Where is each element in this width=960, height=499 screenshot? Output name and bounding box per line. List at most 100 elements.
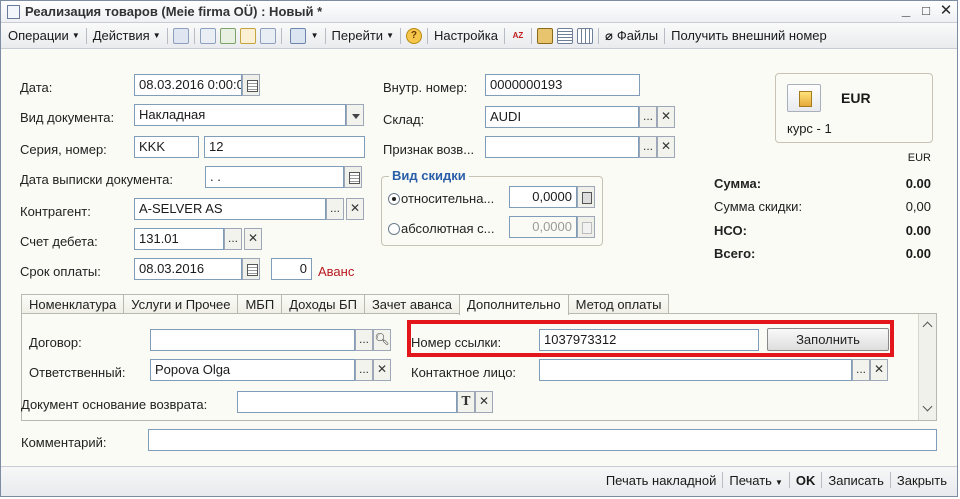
counterparty-select-button[interactable]: ...	[326, 198, 344, 220]
contact-clear-icon[interactable]: ✕	[870, 359, 888, 381]
responsible-clear-icon[interactable]: ✕	[373, 359, 391, 381]
counterparty-clear-icon[interactable]: ✕	[346, 198, 364, 220]
actions-menu[interactable]: Действия ▼	[90, 28, 164, 43]
due-days-field[interactable]: 0	[271, 258, 312, 280]
actions-label: Действия	[92, 28, 150, 43]
issue-date-field[interactable]: . .	[205, 166, 344, 188]
help-icon[interactable]: ?	[405, 27, 422, 44]
close-window-button[interactable]: ✕	[937, 2, 955, 20]
dropdown-arrow-icon: ▼	[71, 31, 80, 40]
ok-button[interactable]: OK	[796, 473, 816, 488]
type-select-icon[interactable]: T	[457, 391, 475, 413]
vat-value: 0.00	[905, 223, 931, 238]
tab-additional[interactable]: Дополнительно	[459, 294, 569, 315]
print-menu[interactable]: Печать ▼	[729, 473, 783, 488]
maximize-button[interactable]: □	[917, 2, 935, 20]
add-row-icon[interactable]	[172, 27, 189, 44]
sum-value: 0.00	[905, 176, 931, 191]
tab-payment-method[interactable]: Метод оплаты	[567, 294, 670, 314]
comment-field[interactable]	[148, 429, 937, 451]
issue-date-calendar-icon[interactable]	[344, 166, 362, 188]
contract-search-icon[interactable]: 🔍︎	[373, 329, 391, 351]
debit-account-field[interactable]: 131.01	[134, 228, 224, 250]
tab-income[interactable]: Доходы БП	[281, 294, 365, 314]
return-basis-label: Документ основание возврата:	[21, 397, 208, 412]
print-label: Печать	[729, 472, 772, 488]
return-sign-select-button[interactable]: ...	[639, 136, 657, 158]
highlight-box	[407, 320, 894, 357]
responsible-field[interactable]: Popova Olga	[150, 359, 355, 381]
get-external-number-button[interactable]: Получить внешний номер	[668, 28, 830, 43]
contract-field[interactable]	[150, 329, 355, 351]
scroll-up-icon[interactable]	[923, 320, 933, 330]
post-document-icon[interactable]	[239, 27, 256, 44]
tab-mbp[interactable]: МБП	[237, 294, 283, 314]
copy-icon[interactable]	[199, 27, 216, 44]
settings-button[interactable]: Настройка	[431, 28, 501, 43]
sort-az-icon[interactable]: AZ	[510, 28, 526, 44]
close-button[interactable]: Закрыть	[897, 473, 947, 488]
warehouse-clear-icon[interactable]: ✕	[657, 106, 675, 128]
return-sign-label: Признак возв...	[383, 142, 475, 157]
toolbar-separator	[85, 27, 87, 44]
print-invoice-button[interactable]: Печать накладной	[606, 473, 717, 488]
structure-icon	[289, 27, 306, 44]
list-view-icon[interactable]	[556, 27, 573, 44]
bottom-separator	[889, 472, 891, 488]
due-date-calendar-icon[interactable]	[242, 258, 260, 280]
absolute-discount-field[interactable]: 0,0000	[509, 216, 577, 238]
operations-menu[interactable]: Операции ▼	[5, 28, 83, 43]
tree-view-icon[interactable]	[576, 27, 593, 44]
return-basis-field[interactable]	[237, 391, 457, 413]
save-button[interactable]: Записать	[828, 473, 884, 488]
relative-discount-field[interactable]: 0,0000	[509, 186, 577, 208]
relative-calculator-icon[interactable]	[577, 186, 595, 208]
files-button[interactable]: ⌀ Файлы	[602, 28, 661, 44]
unpost-document-icon[interactable]	[259, 27, 276, 44]
tab-nomenclature[interactable]: Номенклатура	[21, 294, 125, 314]
series-field[interactable]: KKK	[134, 136, 199, 158]
debit-account-select-button[interactable]: ...	[224, 228, 242, 250]
return-sign-field[interactable]	[485, 136, 639, 158]
edit-icon[interactable]	[219, 27, 236, 44]
date-calendar-icon[interactable]	[242, 74, 260, 96]
contact-field[interactable]	[539, 359, 852, 381]
currency-icon[interactable]	[787, 84, 821, 112]
responsible-select-button[interactable]: ...	[355, 359, 373, 381]
relative-discount-label: относительна...	[401, 191, 495, 206]
bottom-actions: Печать накладной Печать ▼ OK Записать Зак…	[606, 472, 947, 488]
return-sign-clear-icon[interactable]: ✕	[657, 136, 675, 158]
doc-type-dropdown-icon[interactable]	[346, 104, 364, 126]
bottom-separator	[788, 472, 790, 488]
return-basis-clear-icon[interactable]: ✕	[475, 391, 493, 413]
counterparty-field[interactable]: A-SELVER AS	[134, 198, 326, 220]
due-date-field[interactable]: 08.03.2016	[134, 258, 242, 280]
relative-discount-radio[interactable]	[388, 193, 400, 205]
scroll-down-icon[interactable]	[923, 404, 933, 414]
contact-select-button[interactable]: ...	[852, 359, 870, 381]
warehouse-select-button[interactable]: ...	[639, 106, 657, 128]
internal-number-field[interactable]: 0000000193	[485, 74, 640, 96]
dropdown-arrow-icon: ▼	[774, 477, 783, 487]
minimize-button[interactable]: _	[897, 2, 915, 20]
date-field[interactable]: 08.03.2016 0:00:00	[134, 74, 242, 96]
absolute-calculator-icon[interactable]	[577, 216, 595, 238]
doc-type-select[interactable]: Накладная	[134, 104, 346, 126]
responsible-label: Ответственный:	[29, 365, 126, 380]
debit-account-clear-icon[interactable]: ✕	[244, 228, 262, 250]
totals-currency-header: EUR	[907, 152, 931, 164]
structure-menu[interactable]: ▼	[285, 27, 322, 44]
user-card-icon[interactable]	[536, 27, 553, 44]
contract-select-button[interactable]: ...	[355, 329, 373, 351]
panel-scrollbar[interactable]	[918, 314, 936, 420]
number-field[interactable]: 12	[204, 136, 365, 158]
absolute-discount-radio[interactable]	[388, 223, 400, 235]
currency-panel[interactable]: EUR курс - 1	[775, 73, 933, 143]
goto-menu[interactable]: Перейти ▼	[329, 28, 397, 43]
issue-date-label: Дата выписки документа:	[20, 172, 174, 187]
warehouse-field[interactable]: AUDI	[485, 106, 639, 128]
tab-services[interactable]: Услуги и Прочее	[123, 294, 239, 314]
doc-type-label: Вид документа:	[20, 110, 115, 125]
window-title: Реализация товаров (Meie firma OÜ) : Нов…	[25, 4, 323, 19]
tab-advance-offset[interactable]: Зачет аванса	[363, 294, 461, 314]
